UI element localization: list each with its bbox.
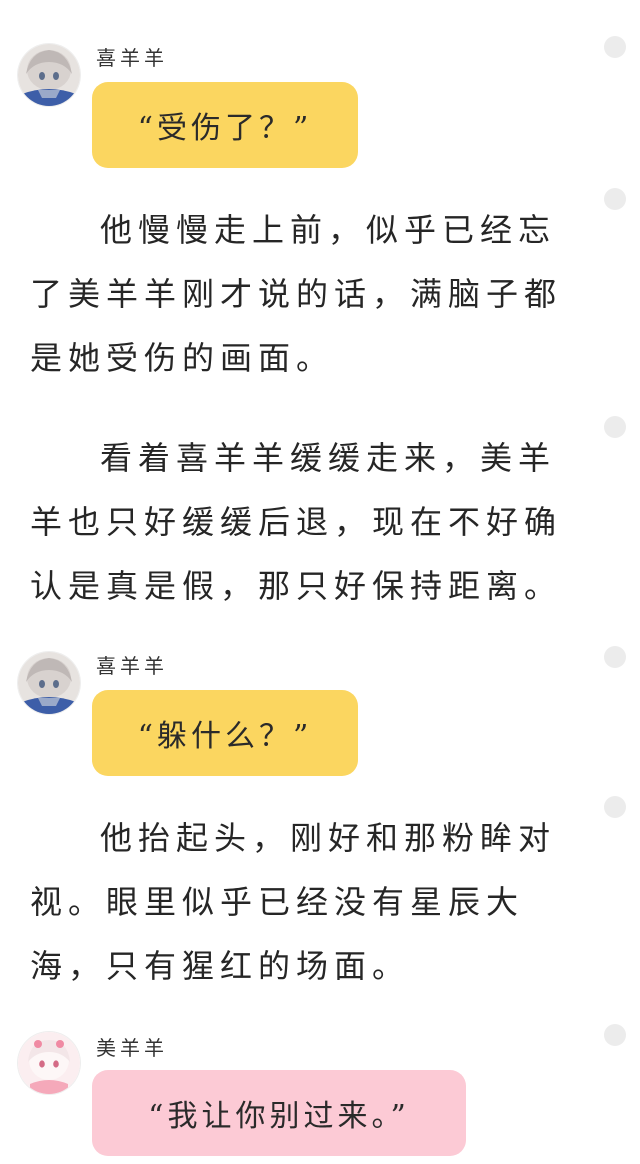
comment-dot-icon[interactable]	[604, 36, 626, 58]
avatar-meiyangyang-icon[interactable]	[18, 1032, 80, 1094]
narration-paragraph: 看着喜羊羊缓缓走来，美羊羊也只好缓缓后退，现在不好确认是真是假，那只好保持距离。	[30, 439, 563, 605]
dialogue-bubble[interactable]: “我让你别过来。”	[92, 1070, 466, 1156]
speaker-name: 喜羊羊	[96, 46, 168, 70]
dialogue-bubble[interactable]: “躲什么？”	[92, 690, 358, 776]
comment-dot-icon[interactable]	[604, 416, 626, 438]
comment-dot-icon[interactable]	[604, 796, 626, 818]
comment-dot-icon[interactable]	[604, 1024, 626, 1046]
avatar-xiyangyang-icon[interactable]	[18, 44, 80, 106]
avatar-xiyangyang-icon[interactable]	[18, 652, 80, 714]
speaker-name: 喜羊羊	[96, 654, 168, 678]
narration-paragraph: 他慢慢走上前，似乎已经忘了美羊羊刚才说的话，满脑子都是她受伤的画面。	[30, 211, 563, 377]
speaker-name: 美羊羊	[96, 1036, 168, 1060]
comment-dot-icon[interactable]	[604, 188, 626, 210]
narration-paragraph: 他抬起头，刚好和那粉眸对视。眼里似乎已经没有星辰大海，只有猩红的场面。	[30, 819, 557, 985]
dialogue-bubble[interactable]: “受伤了？”	[92, 82, 358, 168]
comment-dot-icon[interactable]	[604, 646, 626, 668]
